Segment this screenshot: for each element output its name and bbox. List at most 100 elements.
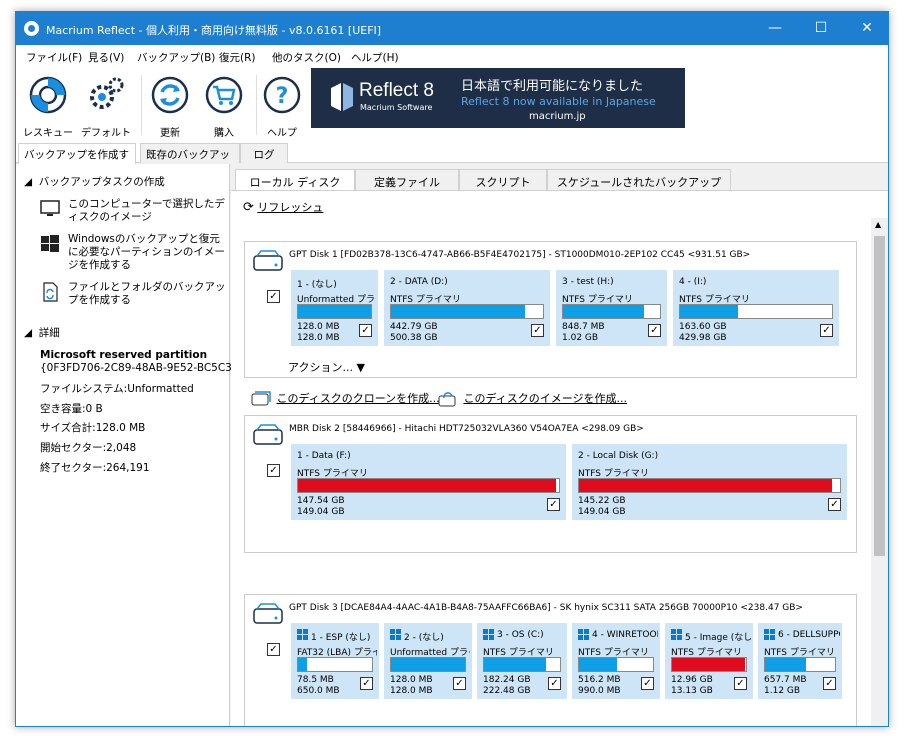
windows-logo-icon (297, 629, 308, 640)
partition-total: 149.04 GB (578, 507, 626, 517)
clone-disk-link[interactable]: このディスクのクローンを作成... (251, 390, 440, 407)
image-disk-link[interactable]: このディスクのイメージを作成... (438, 390, 627, 407)
title-bar: Macrium Reflect - 個人利用・商用向け無料版 - v8.0.61… (16, 12, 888, 45)
tab-create-backup[interactable]: バックアップを作成する (18, 143, 136, 176)
refresh-link[interactable]: ⟳ リフレッシュ (243, 199, 323, 215)
partition-used: 12.96 GB (671, 675, 713, 685)
menu-restore[interactable]: 復元(R) (219, 50, 256, 65)
file-backup-icon (43, 282, 58, 302)
partition-checkbox[interactable]: ✓ (453, 677, 466, 690)
task-image-windows[interactable]: Windowsのバックアップと復元に必要なパーティションのイメージを作成する (40, 233, 226, 272)
menu-file[interactable]: ファイル(F) (26, 50, 82, 65)
partition-used: 848.7 MB (562, 322, 605, 332)
partition-total: 1.12 GB (764, 686, 801, 696)
partition-checkbox[interactable]: ✓ (548, 677, 561, 690)
partition-tile[interactable]: 1 - ESP (なし)FAT32 (LBA) プライマリ78.5 MB650.… (291, 623, 379, 699)
partition-checkbox[interactable]: ✓ (820, 324, 833, 337)
usage-bar (297, 657, 373, 672)
disk-checkbox[interactable]: ✓ (267, 464, 280, 477)
actions-dropdown[interactable]: アクション... ▼ (288, 359, 365, 375)
partition-checkbox[interactable]: ✓ (734, 677, 747, 690)
partition-used: 516.2 MB (578, 675, 621, 685)
hard-disk-icon (253, 250, 283, 271)
rescue-button[interactable]: レスキュー (22, 69, 74, 139)
task-file-backup[interactable]: ファイルとフォルダのバックアップを作成する (40, 281, 226, 307)
menu-view[interactable]: 見る(V) (88, 50, 124, 65)
tab-scheduled-backups[interactable]: スケジュールされたバックアップ (547, 169, 731, 190)
partition-name: 4 - (I:) (679, 277, 707, 287)
partition-name: 2 - DATA (D:) (390, 277, 448, 287)
app-icon (24, 21, 39, 36)
usage-bar (483, 657, 561, 672)
partition-checkbox[interactable]: ✓ (648, 324, 661, 337)
maximize-button[interactable]: ☐ (798, 12, 844, 45)
disk-checkbox[interactable]: ✓ (267, 290, 280, 303)
windows-logo-icon (578, 629, 589, 640)
partition-tile[interactable]: 3 - test (H:) NTFS プライマリ 848.7 MB 1.02 GB ✓ (556, 270, 667, 346)
partition-checkbox[interactable]: ✓ (360, 677, 373, 690)
partition-tile[interactable]: 5 - Image (なし) NTFS プライマリ 12.96 GB 13.13 GB… (665, 623, 753, 699)
tab-definition-files[interactable]: 定義ファイル (355, 169, 459, 190)
scrollbar-thumb[interactable] (874, 236, 885, 556)
details-total-size: サイズ合計:128.0 MB (40, 422, 146, 434)
partition-total: 13.13 GB (671, 686, 713, 696)
menu-other-tasks[interactable]: 他のタスク(O) (272, 50, 341, 65)
partition-tile[interactable]: 6 - DELLSUPPORTNTFS プライマリ657.7 MB1.12 GB… (758, 623, 842, 699)
partition-tile[interactable]: 1 - (なし)Unformatted プライマリ128.0 MB128.0 M… (291, 270, 378, 346)
details-start-sector: 開始セクター:2,048 (40, 442, 137, 454)
update-button[interactable]: 更新 (144, 69, 196, 139)
partition-checkbox[interactable]: ✓ (547, 498, 560, 511)
tab-log[interactable]: ログ (240, 143, 288, 163)
vertical-scrollbar[interactable]: ▲ ▼ (871, 218, 888, 726)
help-button[interactable]: ? ヘルプ (256, 69, 308, 139)
toolbar: レスキュー デフォルト 更新 購入 ? ヘルプ Reflect 8 Macriu… (16, 67, 888, 143)
buy-button[interactable]: 購入 (198, 69, 250, 139)
partition-tile[interactable]: 4 - WINRETOOLSNTFS プライマリ516.2 MB990.0 MB… (572, 623, 660, 699)
window-title: Macrium Reflect - 個人利用・商用向け無料版 - v8.0.61… (46, 24, 382, 37)
tab-scripts[interactable]: スクリプト (459, 169, 547, 190)
menu-help[interactable]: ヘルプ(H) (351, 50, 399, 65)
tasks-header: ◢ バックアップタスクの作成 (24, 176, 165, 188)
partition-used: 78.5 MB (297, 675, 334, 685)
partition-tile[interactable]: 4 - (I:) NTFS プライマリ 163.60 GB 429.98 GB ✓ (673, 270, 839, 346)
partition-checkbox[interactable]: ✓ (359, 324, 372, 337)
details-end-sector: 終了セクター:264,191 (40, 462, 150, 474)
details-title: Microsoft reserved partition (40, 349, 208, 361)
scroll-up-arrow[interactable]: ▲ (875, 220, 881, 229)
partition-tile[interactable]: 2 - Local Disk (G:) NTFS プライマリ 145.22 GB 14… (572, 444, 847, 520)
disk-panel: GPT Disk 1 [FD02B378-13C6-4747-AB66-B5F4… (244, 241, 857, 378)
usage-bar-fill (298, 305, 371, 318)
partition-checkbox[interactable]: ✓ (531, 324, 544, 337)
partition-tile[interactable]: 1 - Data (F:) NTFS プライマリ 147.54 GB 149.04 G… (291, 444, 566, 520)
partition-name: 1 - Data (F:) (297, 451, 351, 461)
disk-list-area: ⟳ リフレッシュ GPT Disk 1 [FD02B378-13C6-4747-… (231, 190, 888, 726)
partition-checkbox[interactable]: ✓ (828, 498, 841, 511)
partition-checkbox[interactable]: ✓ (823, 677, 836, 690)
default-button[interactable]: デフォルト (80, 69, 132, 139)
partition-checkbox[interactable]: ✓ (641, 677, 654, 690)
banner-line3: macrium.jp (529, 111, 586, 122)
partition-tile[interactable]: 2 - (なし)Unformatted プライマリ128.0 MB128.0 M… (384, 623, 472, 699)
disk-checkbox[interactable]: ✓ (267, 643, 280, 656)
usage-bar (562, 304, 661, 319)
task-image-disk[interactable]: このコンピューターで選択したディスクのイメージ (40, 198, 226, 224)
partition-total: 500.38 GB (390, 333, 438, 343)
partition-tile[interactable]: 3 - OS (C:) NTFS プライマリ 182.24 GB 222.48 GB ✓ (477, 623, 567, 699)
partition-name: 2 - (なし) (404, 633, 444, 643)
details-filesystem: ファイルシステム:Unformatted (40, 383, 194, 395)
tab-local-disk[interactable]: ローカル ディスク (235, 169, 355, 190)
usage-bar-fill (298, 658, 307, 671)
main-tab-row: バックアップを作成する 既存のバックアップ ログ (16, 143, 888, 176)
partition-tile[interactable]: 2 - DATA (D:) NTFS プライマリ 442.79 GB 500.38 G… (384, 270, 550, 346)
task-file-backup-label: ファイルとフォルダのバックアップを作成する (68, 281, 226, 306)
tab-existing-backups[interactable]: 既存のバックアップ (140, 143, 240, 176)
promo-banner[interactable]: Reflect 8 Macrium Software 日本語で利用可能になりまし… (311, 68, 685, 128)
disk-header: GPT Disk 1 [FD02B378-13C6-4747-AB66-B5F4… (289, 250, 751, 260)
close-button[interactable]: ✕ (844, 12, 888, 45)
partition-total: 429.98 GB (679, 333, 727, 343)
minimize-button[interactable]: — (752, 12, 798, 45)
partition-used: 147.54 GB (297, 496, 345, 506)
menu-backup[interactable]: バックアップ(B) (137, 50, 215, 65)
usage-bar (679, 304, 833, 319)
windows-logo-icon (390, 629, 401, 640)
